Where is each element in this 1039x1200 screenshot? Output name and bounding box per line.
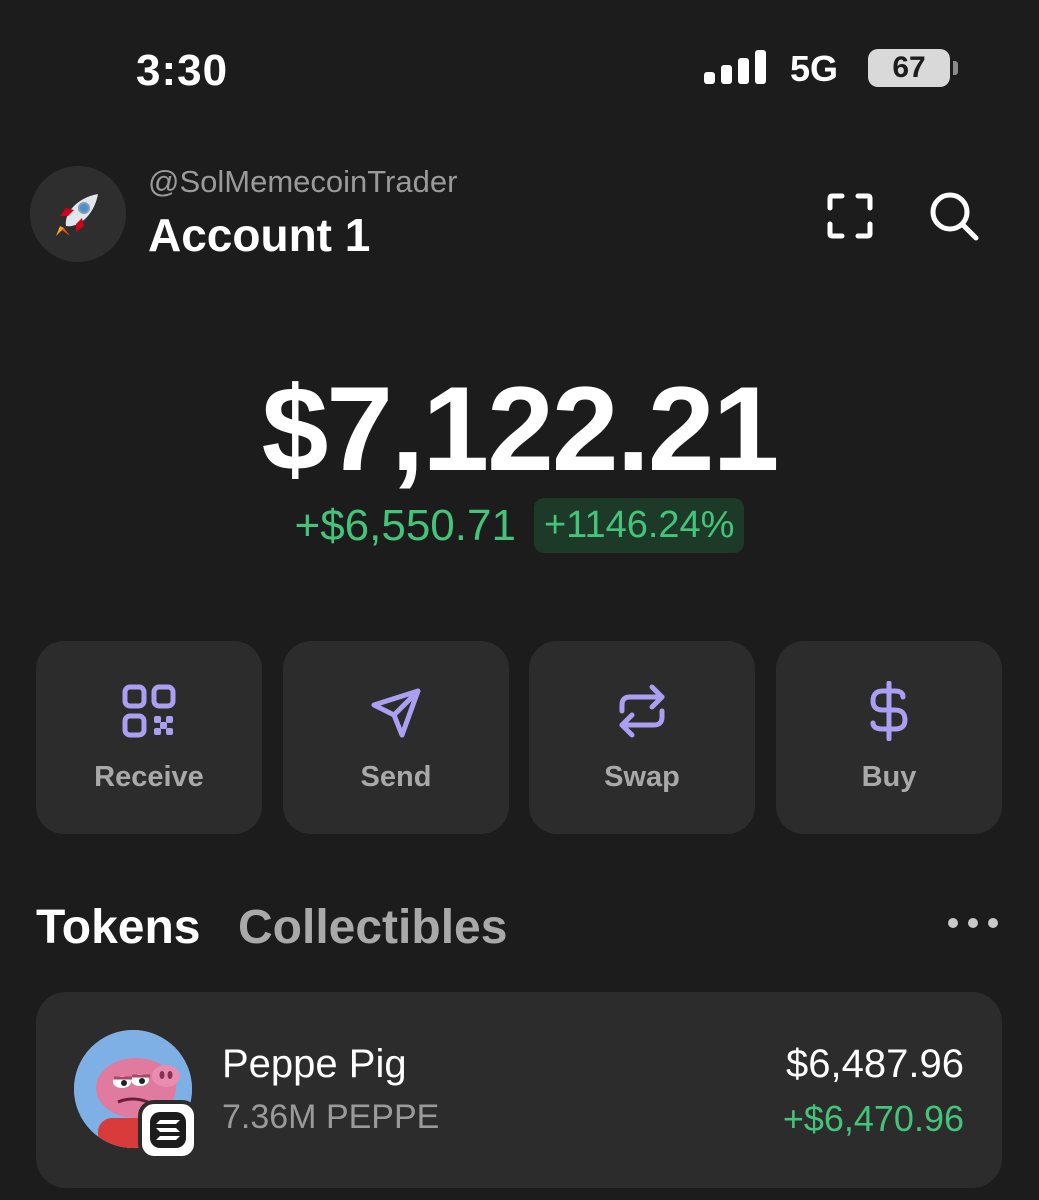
token-change: +$6,470.96 xyxy=(782,1098,964,1139)
dollar-icon xyxy=(870,681,908,741)
account-name[interactable]: Account 1 xyxy=(148,208,370,262)
total-balance: $7,122.21 xyxy=(261,362,780,496)
battery-level: 67 xyxy=(892,51,926,84)
swap-button[interactable]: Swap xyxy=(529,641,755,834)
scan-icon xyxy=(827,193,873,239)
rocket-icon xyxy=(56,194,98,236)
send-button[interactable]: Send xyxy=(283,641,509,834)
send-label: Send xyxy=(360,761,432,793)
receive-label: Receive xyxy=(94,761,204,793)
token-row[interactable]: Peppe Pig 7.36M PEPPE $6,487.96 +$6,470.… xyxy=(36,992,1002,1188)
battery-icon: 67 xyxy=(868,49,950,87)
balance-change: +$6,550.71 +1146.24% xyxy=(0,498,1039,553)
send-icon xyxy=(371,688,421,738)
asset-tabs: Tokens Collectibles xyxy=(36,900,1002,960)
swap-icon xyxy=(619,684,665,738)
network-type: 5G xyxy=(790,48,839,89)
status-time: 3:30 xyxy=(136,46,229,95)
qr-code-icon xyxy=(122,684,176,738)
token-value: $6,487.96 xyxy=(786,1042,964,1086)
status-bar: 3:30 5G 67 xyxy=(0,0,1039,140)
battery-tip xyxy=(953,61,958,75)
search-button[interactable] xyxy=(924,186,984,246)
token-name: Peppe Pig xyxy=(222,1042,407,1086)
signal-icon xyxy=(704,50,768,84)
more-options-icon[interactable] xyxy=(948,914,998,934)
solana-chain-badge xyxy=(138,1100,198,1160)
scan-button[interactable] xyxy=(820,186,880,246)
account-header: @SolMemecoinTrader Account 1 xyxy=(0,150,1039,280)
buy-label: Buy xyxy=(861,761,917,793)
tab-collectibles[interactable]: Collectibles xyxy=(238,900,507,955)
account-avatar[interactable] xyxy=(30,166,126,262)
search-icon xyxy=(930,192,979,241)
change-amount: +$6,550.71 xyxy=(294,500,516,550)
tab-tokens[interactable]: Tokens xyxy=(36,900,200,955)
token-amount: 7.36M PEPPE xyxy=(222,1098,440,1136)
solana-icon xyxy=(150,1112,186,1148)
account-handle: @SolMemecoinTrader xyxy=(148,164,458,199)
change-percent-badge: +1146.24% xyxy=(533,498,745,553)
receive-button[interactable]: Receive xyxy=(36,641,262,834)
buy-button[interactable]: Buy xyxy=(776,641,1002,834)
swap-label: Swap xyxy=(604,761,680,793)
action-buttons: Receive Send Swap Buy xyxy=(36,641,1002,834)
